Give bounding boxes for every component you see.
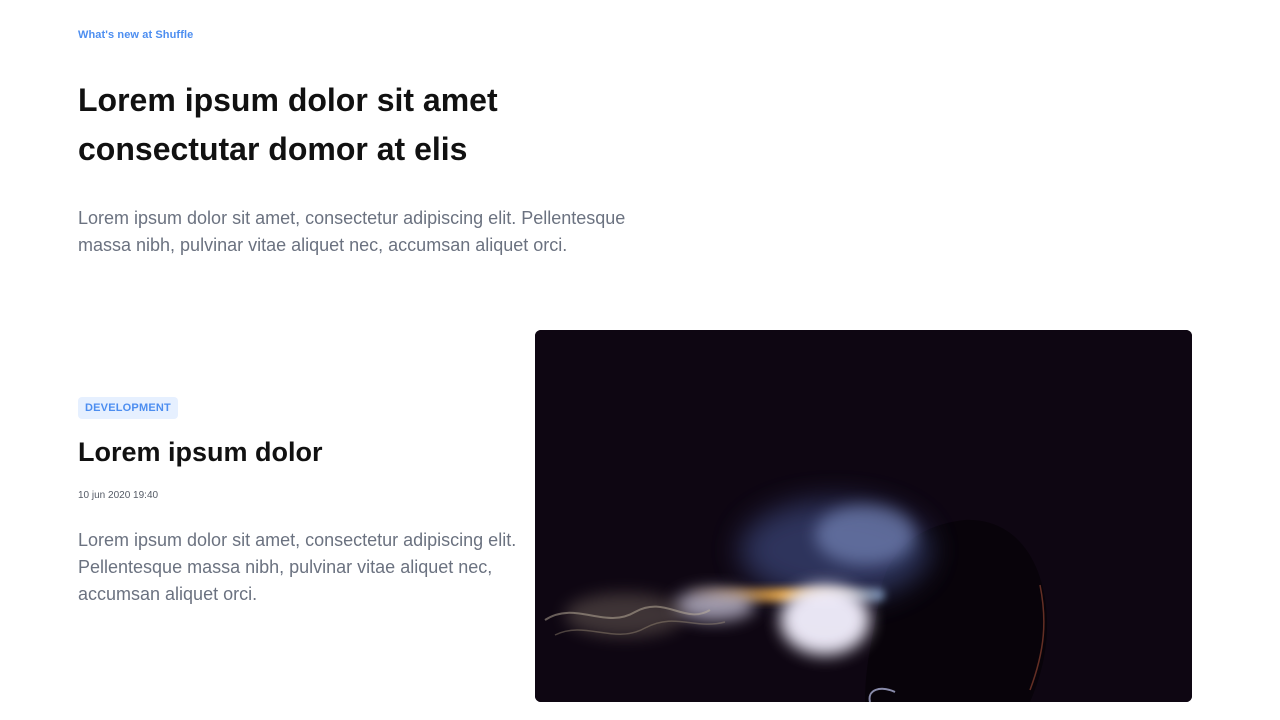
section-kicker: What's new at Shuffle (78, 29, 194, 41)
category-badge[interactable]: DEVELOPMENT (78, 397, 178, 419)
section-title: Lorem ipsum dolor sit amet consectutar d… (78, 82, 498, 167)
blog-section: What's new at Shuffle Lorem ipsum dolor … (0, 0, 1280, 720)
post-date: 10 jun 2020 19:40 (78, 490, 159, 501)
post-title[interactable]: Lorem ipsum dolor (78, 434, 323, 470)
smoke-silhouette-image (535, 330, 1192, 702)
post-image[interactable] (535, 330, 1192, 702)
post-excerpt: Lorem ipsum dolor sit amet, consectetur … (78, 530, 517, 604)
section-description: Lorem ipsum dolor sit amet, consectetur … (78, 208, 626, 255)
